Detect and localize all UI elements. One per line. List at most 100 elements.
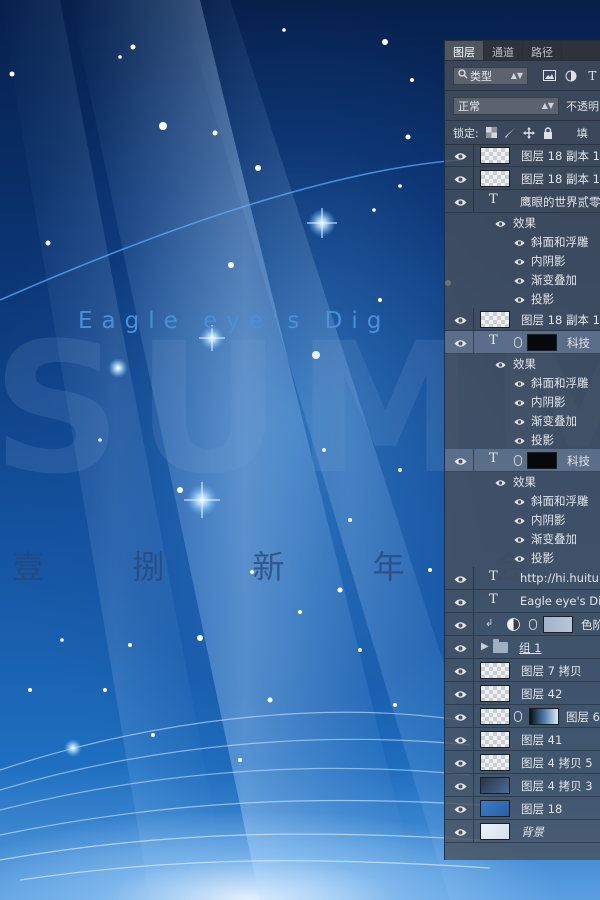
- layer-effect-row[interactable]: 渐变叠加: [445, 529, 600, 548]
- layer-row[interactable]: 图层 18 副本 1: [445, 308, 600, 331]
- eye-icon[interactable]: [454, 174, 467, 183]
- layer-effects-header[interactable]: 效果: [445, 354, 600, 373]
- layer-mask-thumbnail[interactable]: [529, 708, 559, 725]
- layer-effect-row[interactable]: 渐变叠加: [445, 270, 600, 289]
- eye-icon[interactable]: [454, 597, 467, 606]
- layer-name: 内阴影: [531, 513, 566, 527]
- chain-link-icon[interactable]: [514, 337, 522, 348]
- layer-effect-row[interactable]: 内阴影: [445, 392, 600, 411]
- eye-icon[interactable]: [454, 735, 467, 744]
- eye-icon[interactable]: [454, 758, 467, 767]
- eye-icon[interactable]: [454, 338, 467, 347]
- eye-icon[interactable]: [454, 456, 467, 465]
- chevron-right-icon[interactable]: ▶: [481, 641, 489, 652]
- layer-effect-row[interactable]: 投影: [445, 289, 600, 308]
- layer-row[interactable]: 图层 18 副本 1: [445, 144, 600, 167]
- eye-icon[interactable]: [454, 689, 467, 698]
- layer-name: 渐变叠加: [531, 273, 577, 287]
- lock-brush-icon[interactable]: [504, 126, 517, 139]
- layer-row[interactable]: 图层 42: [445, 682, 600, 705]
- opacity-label: 不透明: [566, 99, 599, 113]
- layer-name: http://hi.huitu.c: [520, 571, 600, 585]
- eye-icon[interactable]: [454, 781, 467, 790]
- eye-icon[interactable]: [514, 237, 525, 246]
- layer-row[interactable]: T Eagle eye's Dig: [445, 590, 600, 613]
- eye-icon[interactable]: [454, 574, 467, 583]
- eye-icon[interactable]: [495, 359, 506, 368]
- eye-icon[interactable]: [454, 643, 467, 652]
- chain-link-icon[interactable]: [514, 711, 522, 722]
- eye-icon[interactable]: [514, 534, 525, 543]
- eye-icon[interactable]: [495, 218, 506, 227]
- chain-link-icon[interactable]: [514, 455, 522, 466]
- layer-effect-row[interactable]: 渐变叠加: [445, 411, 600, 430]
- tab-channels[interactable]: 通道: [484, 41, 523, 60]
- eye-icon[interactable]: [514, 496, 525, 505]
- chain-link-icon[interactable]: [529, 619, 537, 630]
- eye-icon[interactable]: [454, 827, 467, 836]
- eye-icon[interactable]: [514, 416, 525, 425]
- eye-icon[interactable]: [514, 515, 525, 524]
- eye-icon[interactable]: [514, 275, 525, 284]
- layer-mask-thumbnail[interactable]: [527, 334, 557, 351]
- lock-move-icon[interactable]: [523, 126, 536, 139]
- layer-row[interactable]: T 科技: [445, 331, 600, 354]
- eye-icon[interactable]: [514, 256, 525, 265]
- adjustment-filter-icon[interactable]: [563, 69, 578, 83]
- text-filter-icon[interactable]: T: [585, 69, 600, 83]
- eye-icon[interactable]: [514, 553, 525, 562]
- layer-row[interactable]: ▶ 组 1: [445, 636, 600, 659]
- layer-effect-row[interactable]: 内阴影: [445, 510, 600, 529]
- image-filter-icon[interactable]: [542, 69, 557, 83]
- row-divider: [473, 190, 474, 212]
- layer-row[interactable]: T 科技: [445, 449, 600, 472]
- lock-all-icon[interactable]: [542, 126, 555, 139]
- poster-subtitle: Eagle eye's Dig: [78, 308, 391, 334]
- layer-mask-thumbnail[interactable]: [527, 452, 557, 469]
- eye-icon[interactable]: [495, 477, 506, 486]
- layer-row[interactable]: Thttp://hi.huitu.c: [445, 567, 600, 590]
- layer-row[interactable]: 图层 41: [445, 728, 600, 751]
- eye-icon[interactable]: [454, 197, 467, 206]
- eye-icon[interactable]: [514, 397, 525, 406]
- layer-effects-header[interactable]: 效果: [445, 472, 600, 491]
- layer-row[interactable]: ↲ 色阶: [445, 613, 600, 636]
- layer-row[interactable]: T 鹰眼的世界贰零: [445, 190, 600, 213]
- layer-row[interactable]: 图层 4 拷贝 3: [445, 774, 600, 797]
- row-divider: [473, 820, 474, 842]
- lock-transparency-icon[interactable]: [485, 126, 498, 139]
- row-divider: [473, 751, 474, 773]
- layer-row[interactable]: 图层 6: [445, 705, 600, 728]
- blend-mode-select[interactable]: 正常 ▲▼: [453, 96, 559, 115]
- layer-row[interactable]: 图层 18 副本 1: [445, 167, 600, 190]
- layer-mask-thumbnail[interactable]: [543, 616, 573, 633]
- layer-effect-row[interactable]: 斜面和浮雕: [445, 232, 600, 251]
- layer-thumbnail: [480, 147, 510, 164]
- eye-icon[interactable]: [454, 712, 467, 721]
- eye-icon[interactable]: [514, 435, 525, 444]
- lock-label: 锁定:: [453, 126, 479, 140]
- layer-row[interactable]: 背景: [445, 820, 600, 843]
- tab-paths[interactable]: 路径: [523, 41, 562, 60]
- eye-icon[interactable]: [454, 804, 467, 813]
- layer-effect-row[interactable]: 投影: [445, 548, 600, 567]
- layer-row[interactable]: 图层 4 拷贝 5: [445, 751, 600, 774]
- eye-icon[interactable]: [514, 378, 525, 387]
- eye-icon[interactable]: [454, 151, 467, 160]
- layer-filter-select[interactable]: 类型 ▲▼: [453, 66, 529, 85]
- eye-icon[interactable]: [514, 294, 525, 303]
- eye-icon[interactable]: [454, 315, 467, 324]
- filter-label: 类型: [470, 69, 492, 83]
- layer-thumbnail: [480, 823, 510, 840]
- layer-row[interactable]: 图层 7 拷贝: [445, 659, 600, 682]
- layer-row[interactable]: 图层 18: [445, 797, 600, 820]
- layer-effects-header[interactable]: 效果: [445, 213, 600, 232]
- layer-effect-row[interactable]: 投影: [445, 430, 600, 449]
- layer-effect-row[interactable]: 斜面和浮雕: [445, 491, 600, 510]
- layer-effect-row[interactable]: 内阴影: [445, 251, 600, 270]
- eye-icon[interactable]: [454, 620, 467, 629]
- eye-icon[interactable]: [454, 666, 467, 675]
- layer-effect-row[interactable]: 斜面和浮雕: [445, 373, 600, 392]
- chevron-down-icon: ▲▼: [541, 101, 554, 110]
- tab-layers[interactable]: 图层: [445, 41, 484, 60]
